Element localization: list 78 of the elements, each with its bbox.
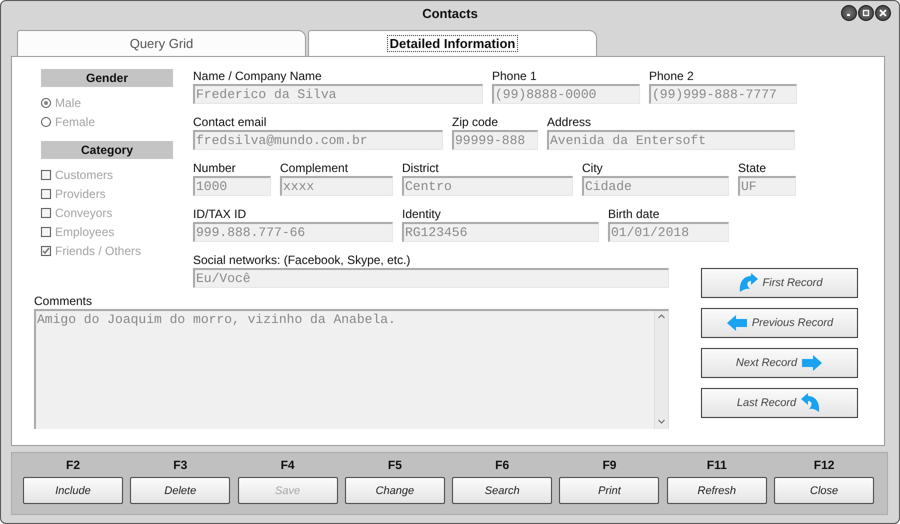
maximize-button[interactable] <box>858 5 874 21</box>
shortcut-key-label: F4 <box>280 458 295 473</box>
field-label: Identity <box>402 206 441 222</box>
input-field[interactable]: xxxx <box>280 176 393 196</box>
checkbox[interactable] <box>41 226 51 236</box>
field-label: Address <box>547 114 592 130</box>
field-label: Comments <box>34 293 92 309</box>
right-arrow-icon <box>801 353 824 373</box>
input-field[interactable]: (99)999-888-7777 <box>649 84 797 104</box>
next-record-button[interactable]: Next Record <box>701 348 858 378</box>
toolbar-button[interactable]: Change <box>344 477 445 504</box>
option-label: Providers <box>55 186 106 200</box>
maximize-icon <box>861 8 871 18</box>
checkbox[interactable] <box>41 208 51 218</box>
field-label: ID/TAX ID <box>193 206 246 222</box>
shortcut-key-label: F3 <box>173 458 188 473</box>
checkbox[interactable] <box>41 170 51 180</box>
input-field[interactable]: UF <box>738 176 796 196</box>
field-label: Contact email <box>193 114 266 130</box>
input-field[interactable]: Frederico da Silva <box>193 84 483 104</box>
field-label: District <box>402 160 439 176</box>
close-button[interactable] <box>875 5 891 21</box>
toolbar-button[interactable]: Print <box>559 477 660 504</box>
field-label: Phone 2 <box>649 68 694 84</box>
option-label: Male <box>55 96 82 110</box>
close-icon <box>878 8 888 18</box>
input-field[interactable]: (99)8888-0000 <box>492 84 640 104</box>
input-field[interactable]: fredsilva@mundo.com.br <box>193 130 443 150</box>
section-header: Category <box>41 141 173 159</box>
option-label: Conveyors <box>55 206 112 220</box>
option-label: Friends / Others <box>55 244 142 258</box>
last-record-button[interactable]: Last Record <box>701 388 858 418</box>
field-label: Birth date <box>608 206 660 222</box>
checkbox[interactable] <box>41 246 51 256</box>
option-label: Female <box>55 114 96 128</box>
previous-record-button[interactable]: Previous Record <box>701 308 858 338</box>
input-field[interactable]: Centro <box>402 176 573 196</box>
input-field[interactable]: Avenida da Entersoft <box>547 130 795 150</box>
field-label: State <box>738 160 766 176</box>
left-arrow-icon <box>726 313 748 333</box>
shortcut-key-label: F11 <box>706 458 727 473</box>
toolbar-button[interactable]: Include <box>23 477 123 504</box>
scrollbar[interactable] <box>654 311 668 429</box>
field-label: Phone 1 <box>492 68 537 84</box>
tab[interactable]: Detailed Information <box>308 30 597 56</box>
first-record-button[interactable]: First Record <box>701 268 858 298</box>
input-field[interactable]: 1000 <box>193 176 271 196</box>
shortcut-key-label: F12 <box>814 458 834 473</box>
input-field[interactable]: 99999-888 <box>452 130 538 150</box>
input-field[interactable]: 01/01/2018 <box>608 222 729 242</box>
minimize-button[interactable] <box>841 5 857 21</box>
checkbox[interactable] <box>41 188 51 198</box>
section-header: Gender <box>41 69 173 87</box>
toolbar-button[interactable]: Close <box>774 477 874 504</box>
field-label: Number <box>193 160 236 176</box>
tab[interactable]: Query Grid <box>17 30 306 56</box>
toolbar-button[interactable]: Search <box>452 477 552 504</box>
option-label: Employees <box>55 224 114 238</box>
toolbar-button[interactable]: Delete <box>130 477 230 504</box>
field-label: City <box>582 160 603 176</box>
shortcut-key-label: F9 <box>602 458 616 473</box>
field-label: Zip code <box>452 114 498 130</box>
field-label: Complement <box>280 160 348 176</box>
toolbar-button[interactable]: Refresh <box>666 477 767 504</box>
field-label: Name / Company Name <box>193 68 322 84</box>
field-label: Social networks: (Facebook, Skype, etc.) <box>193 252 410 268</box>
window-title: Contacts <box>422 6 478 20</box>
radio-button[interactable] <box>41 98 51 108</box>
option-label: Customers <box>55 168 114 182</box>
input-field[interactable]: 999.888.777-66 <box>193 222 393 242</box>
comments-field[interactable]: Amigo do Joaquim do morro, vizinho da Anabela. <box>34 309 669 429</box>
input-field[interactable]: RG123456 <box>402 222 599 242</box>
shortcut-key-label: F5 <box>388 458 402 473</box>
input-field[interactable]: Cidade <box>582 176 729 196</box>
radio-button[interactable] <box>41 116 51 126</box>
shortcut-key-label: F6 <box>495 458 510 473</box>
shortcut-key-label: F2 <box>66 458 80 473</box>
input-field[interactable]: Eu/Você <box>193 268 669 288</box>
